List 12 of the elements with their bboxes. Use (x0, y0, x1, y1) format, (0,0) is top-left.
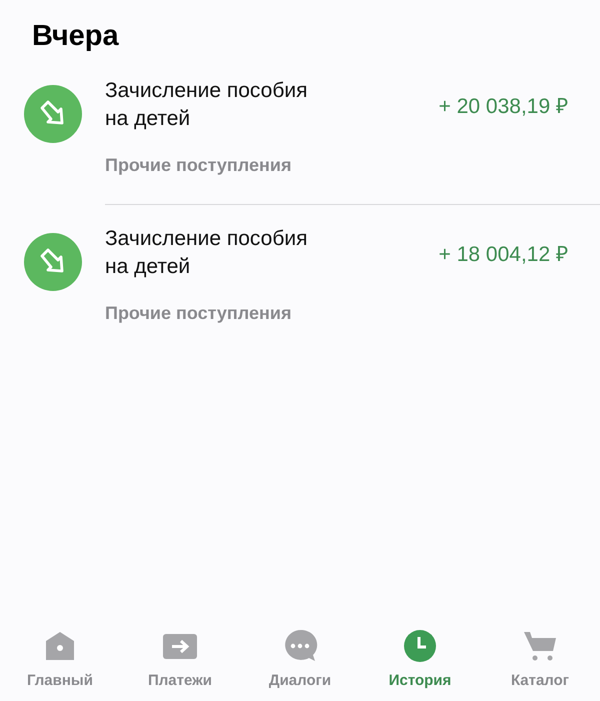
transaction-amount: + 20 038,19 ₽ (438, 94, 568, 119)
transaction-title: Зачисление пособия на детей (105, 78, 308, 132)
tab-bar-item[interactable]: Главный (0, 629, 120, 701)
transaction-category: Прочие поступления (105, 155, 292, 176)
tab-bar-item[interactable]: История (360, 629, 480, 701)
transaction-category: Прочие поступления (105, 303, 292, 324)
transaction-amount: + 18 004,12 ₽ (438, 242, 568, 267)
tab-bar-item[interactable]: Каталог (480, 629, 600, 701)
tab-bar-item[interactable]: Диалоги (240, 629, 360, 701)
section-title: Вчера (32, 20, 120, 53)
transaction-title: Зачисление пособия на детей (105, 226, 308, 280)
tab-bar-item[interactable]: Платежи (120, 629, 240, 701)
